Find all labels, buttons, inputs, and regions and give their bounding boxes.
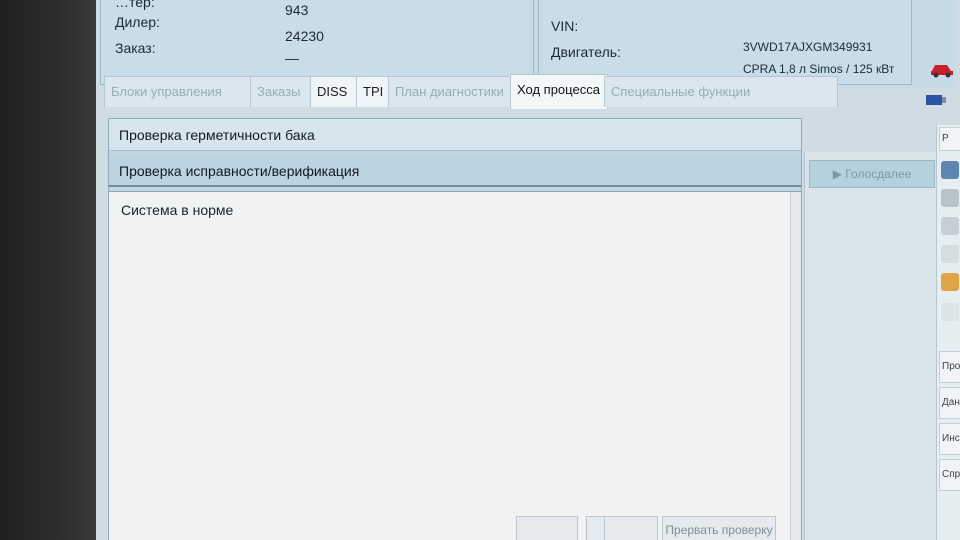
tab-special-functions[interactable]: Специальные функции — [604, 76, 838, 107]
tab-diagnostic-plan[interactable]: План диагностики — [388, 76, 514, 107]
order-info-box: …тер: 943 Дилер: 24230 Заказ: — — [100, 0, 534, 85]
tab-orders[interactable]: Заказы — [250, 76, 314, 107]
monitor-bezel — [0, 0, 100, 540]
vin-label: VIN: — [551, 18, 579, 34]
toolbar-label: Р — [939, 127, 960, 151]
lamp-icon[interactable] — [941, 303, 959, 321]
vertical-scrollbar[interactable] — [790, 192, 801, 540]
test-title-row: Проверка герметичности бака — [109, 119, 801, 151]
tool-icon[interactable] — [941, 189, 959, 207]
bottom-button-3[interactable] — [604, 516, 658, 540]
vin-value: 3VWD17AJXGM349931 — [743, 40, 873, 54]
vehicle-info-box: VIN: 3VWD17AJXGM349931 Двигатель: CPRA 1… — [538, 0, 912, 85]
action-column: ▶ Голосдалее — [804, 152, 937, 540]
order-value: — — [285, 50, 299, 66]
dealer-value: 24230 — [285, 28, 324, 44]
partial-value: 943 — [285, 2, 309, 18]
tab-diss[interactable]: DISS — [310, 76, 358, 107]
settings-icon[interactable] — [941, 217, 959, 235]
protocol-button[interactable]: Прот — [939, 351, 960, 383]
gauge-icon[interactable] — [941, 245, 959, 263]
diagnostic-app-window: …тер: 943 Дилер: 24230 Заказ: — VIN: 3VW… — [96, 0, 960, 540]
result-text-area: Система в норме — [109, 191, 801, 540]
partial-label: …тер: — [115, 0, 155, 10]
search-icon[interactable] — [941, 161, 959, 179]
tab-bar: Блоки управления Заказы DISS TPI План ди… — [100, 74, 960, 120]
folder-icon[interactable] — [941, 273, 959, 291]
bottom-button-1[interactable] — [516, 516, 578, 540]
tab-control-units[interactable]: Блоки управления — [104, 76, 254, 107]
order-label: Заказ: — [115, 40, 156, 56]
help-button[interactable]: Справ — [939, 459, 960, 491]
data-button[interactable]: Данн — [939, 387, 960, 419]
tab-process[interactable]: Ход процесса — [510, 74, 608, 109]
instructions-button[interactable]: Инстр — [939, 423, 960, 455]
next-button[interactable]: ▶ Голосдалее — [809, 160, 935, 188]
engine-label: Двигатель: — [551, 44, 621, 60]
engine-value: CPRA 1,8 л Simos / 125 кВт — [743, 62, 895, 76]
result-message: Система в норме — [121, 202, 234, 218]
dealer-label: Дилер: — [115, 14, 160, 30]
tab-tpi[interactable]: TPI — [356, 76, 392, 107]
right-toolbar: Р Прот Данн Инстр Справ — [936, 125, 960, 540]
abort-check-button[interactable]: Прервать проверку — [662, 516, 776, 540]
test-subtitle-row: Проверка исправности/верификация — [109, 155, 801, 187]
process-panel: Проверка герметичности бака Проверка исп… — [108, 118, 802, 540]
